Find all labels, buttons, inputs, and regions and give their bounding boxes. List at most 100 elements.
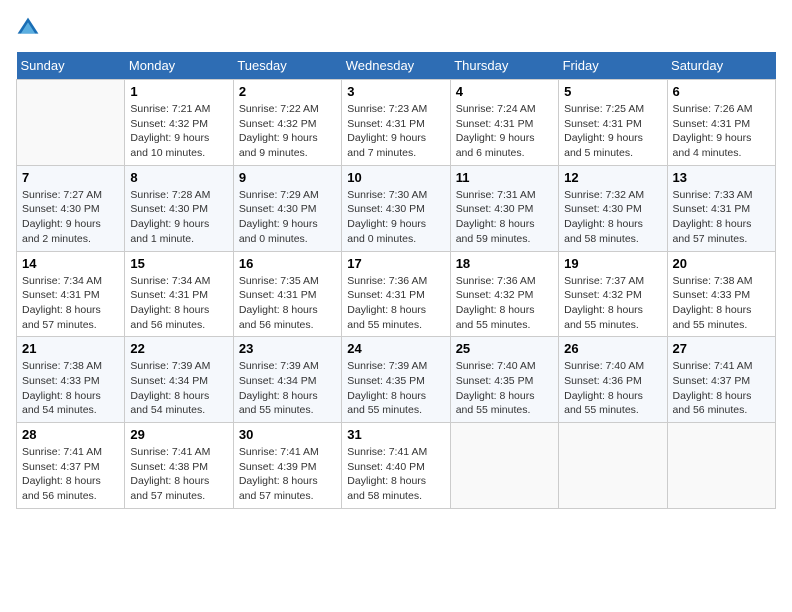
day-number: 10 (347, 170, 444, 185)
day-of-week-header: Tuesday (233, 52, 341, 80)
day-info: Sunrise: 7:39 AM Sunset: 4:34 PM Dayligh… (130, 359, 227, 418)
calendar-day-cell: 3 Sunrise: 7:23 AM Sunset: 4:31 PM Daylig… (342, 80, 450, 166)
day-number: 5 (564, 84, 661, 99)
day-info: Sunrise: 7:27 AM Sunset: 4:30 PM Dayligh… (22, 188, 119, 247)
calendar-day-cell: 18 Sunrise: 7:36 AM Sunset: 4:32 PM Dayli… (450, 251, 558, 337)
logo (16, 16, 44, 40)
day-info: Sunrise: 7:38 AM Sunset: 4:33 PM Dayligh… (22, 359, 119, 418)
day-info: Sunrise: 7:24 AM Sunset: 4:31 PM Dayligh… (456, 102, 553, 161)
day-number: 30 (239, 427, 336, 442)
day-number: 27 (673, 341, 770, 356)
day-number: 9 (239, 170, 336, 185)
calendar-day-cell: 16 Sunrise: 7:35 AM Sunset: 4:31 PM Dayli… (233, 251, 341, 337)
day-info: Sunrise: 7:28 AM Sunset: 4:30 PM Dayligh… (130, 188, 227, 247)
day-info: Sunrise: 7:29 AM Sunset: 4:30 PM Dayligh… (239, 188, 336, 247)
day-number: 31 (347, 427, 444, 442)
calendar-day-cell: 21 Sunrise: 7:38 AM Sunset: 4:33 PM Dayli… (17, 337, 125, 423)
calendar-table: SundayMondayTuesdayWednesdayThursdayFrid… (16, 52, 776, 509)
day-info: Sunrise: 7:39 AM Sunset: 4:34 PM Dayligh… (239, 359, 336, 418)
calendar-day-cell: 23 Sunrise: 7:39 AM Sunset: 4:34 PM Dayli… (233, 337, 341, 423)
day-number: 22 (130, 341, 227, 356)
day-number: 4 (456, 84, 553, 99)
day-number: 14 (22, 256, 119, 271)
day-info: Sunrise: 7:31 AM Sunset: 4:30 PM Dayligh… (456, 188, 553, 247)
day-of-week-header: Saturday (667, 52, 775, 80)
calendar-week-row: 7 Sunrise: 7:27 AM Sunset: 4:30 PM Daylig… (17, 165, 776, 251)
day-info: Sunrise: 7:41 AM Sunset: 4:39 PM Dayligh… (239, 445, 336, 504)
calendar-day-cell: 8 Sunrise: 7:28 AM Sunset: 4:30 PM Daylig… (125, 165, 233, 251)
day-info: Sunrise: 7:41 AM Sunset: 4:37 PM Dayligh… (22, 445, 119, 504)
day-info: Sunrise: 7:34 AM Sunset: 4:31 PM Dayligh… (22, 274, 119, 333)
day-of-week-header: Sunday (17, 52, 125, 80)
day-info: Sunrise: 7:38 AM Sunset: 4:33 PM Dayligh… (673, 274, 770, 333)
calendar-week-row: 14 Sunrise: 7:34 AM Sunset: 4:31 PM Dayli… (17, 251, 776, 337)
day-info: Sunrise: 7:22 AM Sunset: 4:32 PM Dayligh… (239, 102, 336, 161)
day-info: Sunrise: 7:34 AM Sunset: 4:31 PM Dayligh… (130, 274, 227, 333)
calendar-day-cell: 15 Sunrise: 7:34 AM Sunset: 4:31 PM Dayli… (125, 251, 233, 337)
calendar-day-cell: 4 Sunrise: 7:24 AM Sunset: 4:31 PM Daylig… (450, 80, 558, 166)
page-header (16, 16, 776, 40)
day-number: 24 (347, 341, 444, 356)
calendar-day-cell: 20 Sunrise: 7:38 AM Sunset: 4:33 PM Dayli… (667, 251, 775, 337)
calendar-week-row: 21 Sunrise: 7:38 AM Sunset: 4:33 PM Dayli… (17, 337, 776, 423)
day-number: 21 (22, 341, 119, 356)
day-number: 25 (456, 341, 553, 356)
day-number: 28 (22, 427, 119, 442)
calendar-day-cell: 30 Sunrise: 7:41 AM Sunset: 4:39 PM Dayli… (233, 423, 341, 509)
day-number: 19 (564, 256, 661, 271)
day-info: Sunrise: 7:41 AM Sunset: 4:38 PM Dayligh… (130, 445, 227, 504)
calendar-header-row: SundayMondayTuesdayWednesdayThursdayFrid… (17, 52, 776, 80)
calendar-day-cell: 22 Sunrise: 7:39 AM Sunset: 4:34 PM Dayli… (125, 337, 233, 423)
calendar-day-cell: 29 Sunrise: 7:41 AM Sunset: 4:38 PM Dayli… (125, 423, 233, 509)
calendar-day-cell: 1 Sunrise: 7:21 AM Sunset: 4:32 PM Daylig… (125, 80, 233, 166)
day-info: Sunrise: 7:41 AM Sunset: 4:40 PM Dayligh… (347, 445, 444, 504)
calendar-day-cell: 24 Sunrise: 7:39 AM Sunset: 4:35 PM Dayli… (342, 337, 450, 423)
day-number: 6 (673, 84, 770, 99)
day-number: 23 (239, 341, 336, 356)
day-info: Sunrise: 7:25 AM Sunset: 4:31 PM Dayligh… (564, 102, 661, 161)
day-number: 18 (456, 256, 553, 271)
day-info: Sunrise: 7:40 AM Sunset: 4:35 PM Dayligh… (456, 359, 553, 418)
calendar-day-cell: 13 Sunrise: 7:33 AM Sunset: 4:31 PM Dayli… (667, 165, 775, 251)
day-info: Sunrise: 7:39 AM Sunset: 4:35 PM Dayligh… (347, 359, 444, 418)
calendar-week-row: 1 Sunrise: 7:21 AM Sunset: 4:32 PM Daylig… (17, 80, 776, 166)
day-info: Sunrise: 7:33 AM Sunset: 4:31 PM Dayligh… (673, 188, 770, 247)
calendar-day-cell: 17Sunrise: 7:36 AM Sunset: 4:31 PM Dayli… (342, 251, 450, 337)
day-number: 1 (130, 84, 227, 99)
calendar-day-cell: 11Sunrise: 7:31 AM Sunset: 4:30 PM Dayli… (450, 165, 558, 251)
day-number: 7 (22, 170, 119, 185)
day-info: Sunrise: 7:26 AM Sunset: 4:31 PM Dayligh… (673, 102, 770, 161)
calendar-day-cell: 9 Sunrise: 7:29 AM Sunset: 4:30 PM Daylig… (233, 165, 341, 251)
day-info: Sunrise: 7:32 AM Sunset: 4:30 PM Dayligh… (564, 188, 661, 247)
day-info: Sunrise: 7:41 AM Sunset: 4:37 PM Dayligh… (673, 359, 770, 418)
calendar-day-cell (450, 423, 558, 509)
day-of-week-header: Monday (125, 52, 233, 80)
day-info: Sunrise: 7:40 AM Sunset: 4:36 PM Dayligh… (564, 359, 661, 418)
day-info: Sunrise: 7:36 AM Sunset: 4:32 PM Dayligh… (456, 274, 553, 333)
calendar-day-cell: 28 Sunrise: 7:41 AM Sunset: 4:37 PM Dayli… (17, 423, 125, 509)
day-info: Sunrise: 7:35 AM Sunset: 4:31 PM Dayligh… (239, 274, 336, 333)
day-number: 3 (347, 84, 444, 99)
calendar-day-cell: 2 Sunrise: 7:22 AM Sunset: 4:32 PM Daylig… (233, 80, 341, 166)
day-info: Sunrise: 7:21 AM Sunset: 4:32 PM Dayligh… (130, 102, 227, 161)
day-number: 15 (130, 256, 227, 271)
day-of-week-header: Thursday (450, 52, 558, 80)
day-number: 2 (239, 84, 336, 99)
calendar-day-cell (667, 423, 775, 509)
day-info: Sunrise: 7:37 AM Sunset: 4:32 PM Dayligh… (564, 274, 661, 333)
calendar-day-cell: 7 Sunrise: 7:27 AM Sunset: 4:30 PM Daylig… (17, 165, 125, 251)
day-number: 16 (239, 256, 336, 271)
day-of-week-header: Friday (559, 52, 667, 80)
day-number: 26 (564, 341, 661, 356)
calendar-day-cell: 27 Sunrise: 7:41 AM Sunset: 4:37 PM Dayli… (667, 337, 775, 423)
calendar-day-cell (17, 80, 125, 166)
calendar-day-cell: 10Sunrise: 7:30 AM Sunset: 4:30 PM Dayli… (342, 165, 450, 251)
calendar-day-cell: 26 Sunrise: 7:40 AM Sunset: 4:36 PM Dayli… (559, 337, 667, 423)
day-number: 29 (130, 427, 227, 442)
day-number: 8 (130, 170, 227, 185)
day-number: 13 (673, 170, 770, 185)
day-number: 20 (673, 256, 770, 271)
day-info: Sunrise: 7:36 AM Sunset: 4:31 PM Dayligh… (347, 274, 444, 333)
day-of-week-header: Wednesday (342, 52, 450, 80)
day-info: Sunrise: 7:23 AM Sunset: 4:31 PM Dayligh… (347, 102, 444, 161)
